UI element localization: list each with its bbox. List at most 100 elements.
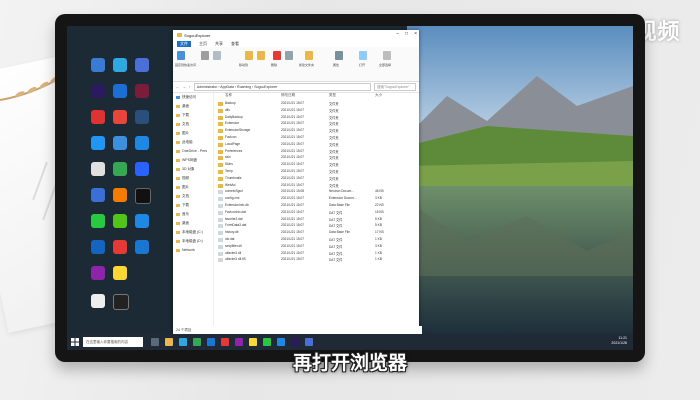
column-date[interactable]: 修改日期: [281, 93, 295, 98]
maximize-icon[interactable]: □: [405, 31, 408, 37]
desktop-icon-app11[interactable]: [113, 214, 127, 228]
copy-to-icon[interactable]: [257, 51, 265, 60]
open-icon[interactable]: [359, 51, 367, 60]
file-row[interactable]: Temp 2021/1/21 15:07 文件夹: [215, 169, 419, 175]
desktop-icon-app3[interactable]: [91, 110, 105, 124]
back-icon[interactable]: ←: [176, 85, 180, 89]
desktop-icon-app14[interactable]: [135, 240, 149, 254]
delete-icon[interactable]: [273, 51, 281, 60]
file-row[interactable]: dlls 2021/1/21 15:07 文件夹: [215, 108, 419, 114]
column-name[interactable]: 名称: [225, 93, 232, 98]
column-type[interactable]: 类型: [329, 93, 336, 98]
nav-item[interactable]: 视频: [176, 176, 189, 181]
desktop-icon-animate[interactable]: [135, 84, 149, 98]
desktop-icon-app15[interactable]: [91, 266, 105, 280]
address-input[interactable]: Administrator › AppData › Roaming › Sogo…: [193, 83, 371, 91]
select-all-icon[interactable]: [383, 51, 391, 60]
nav-item[interactable]: 文档: [176, 194, 189, 199]
desktop-icon-app6[interactable]: [135, 136, 149, 150]
desktop-icon-app13[interactable]: [113, 240, 127, 254]
tab-view[interactable]: 查看: [231, 41, 239, 47]
nav-item[interactable]: Network: [176, 248, 195, 252]
app-taskbar-icon[interactable]: [277, 338, 285, 346]
file-row[interactable]: Skins 2021/1/21 15:07 文件夹: [215, 162, 419, 168]
file-row[interactable]: uifavtm3.dll 2021/1/21 15:07 DAT 文件 1 KB: [215, 251, 419, 257]
desktop-icon-premiere[interactable]: [91, 84, 105, 98]
nav-item[interactable]: 桌面: [176, 104, 189, 109]
file-row[interactable]: sespfilter.dll 2021/1/21 15:07 DAT 文件 3 KB: [215, 244, 419, 250]
desktop-icon-capcut[interactable]: [113, 294, 129, 310]
task-view-icon[interactable]: [151, 338, 159, 346]
file-row[interactable]: DailyBackup 2021/1/21 15:07 文件夹: [215, 115, 419, 121]
file-row[interactable]: ExtensionStorage 2021/1/21 15:07 文件夹: [215, 128, 419, 134]
app-taskbar-icon[interactable]: [249, 338, 257, 346]
app-taskbar-icon[interactable]: [207, 338, 215, 346]
desktop-icon-recycle-bin[interactable]: [91, 162, 105, 176]
nav-item[interactable]: 本地磁盘 (C:): [176, 230, 203, 235]
app-taskbar-icon[interactable]: [193, 338, 201, 346]
windows-start-icon[interactable]: [71, 338, 79, 346]
app-taskbar-icon[interactable]: [221, 338, 229, 346]
file-row[interactable]: Preferences 2021/1/21 15:07 文件夹: [215, 149, 419, 155]
breadcrumb-appdata[interactable]: AppData: [220, 85, 234, 89]
app-taskbar-icon[interactable]: [235, 338, 243, 346]
nav-item[interactable]: 下载: [176, 113, 189, 118]
nav-item[interactable]: 下载: [176, 203, 189, 208]
nav-item[interactable]: 图片: [176, 185, 189, 190]
desktop-icon-app17[interactable]: [91, 294, 105, 308]
file-row[interactable]: idx.dat 2021/1/21 15:07 DAT 文件 1 KB: [215, 237, 419, 243]
move-to-icon[interactable]: [245, 51, 253, 60]
nav-item[interactable]: OneDrive - Pers: [176, 149, 207, 153]
desktop-icon-app12[interactable]: [135, 214, 149, 228]
nav-item[interactable]: 文档: [176, 122, 189, 127]
new-folder-icon[interactable]: [305, 51, 313, 60]
desktop-icon-tiktok[interactable]: [135, 188, 151, 204]
edge-taskbar-icon[interactable]: [179, 338, 187, 346]
premiere-taskbar-icon[interactable]: [291, 338, 299, 346]
file-row[interactable]: history.db 2021/1/21 15:07 Data Base File 1…: [215, 230, 419, 236]
desktop-icon-app5[interactable]: [135, 110, 149, 124]
forward-icon[interactable]: →: [183, 85, 187, 89]
file-explorer-taskbar-icon[interactable]: [165, 338, 173, 346]
nav-item[interactable]: 桌面: [176, 221, 189, 226]
wechat-taskbar-icon[interactable]: [263, 338, 271, 346]
paste-icon[interactable]: [213, 51, 221, 60]
app-taskbar-icon[interactable]: [305, 338, 313, 346]
properties-icon[interactable]: [335, 51, 343, 60]
desktop-icon-network[interactable]: [91, 136, 105, 150]
file-row[interactable]: config.xml 2021/1/21 15:07 Extension Docum…: [215, 196, 419, 202]
file-row[interactable]: cometoSgurl 2021/1/21 15:08 Neutron Docum.…: [215, 189, 419, 195]
nav-item[interactable]: 3D 对象: [176, 167, 194, 172]
file-row[interactable]: FavIconIdx.dat 2021/1/21 15:07 DAT 文件 16 KB: [215, 210, 419, 216]
desktop-icon-cloud[interactable]: [113, 136, 127, 150]
desktop-icon-app4[interactable]: [113, 110, 127, 124]
nav-item[interactable]: WPS网盘: [176, 158, 197, 163]
file-row[interactable]: Thumbnails 2021/1/21 15:07 文件夹: [215, 176, 419, 182]
desktop-icon-app10[interactable]: [113, 188, 127, 202]
nav-item[interactable]: 图片: [176, 131, 189, 136]
nav-item[interactable]: 此电脑: [176, 140, 193, 145]
file-row[interactable]: WebAd 2021/1/21 15:07 文件夹: [215, 183, 419, 189]
desktop-icon-app2[interactable]: [113, 84, 127, 98]
tab-file[interactable]: 文件: [177, 40, 191, 47]
desktop-icon-app8[interactable]: [135, 162, 149, 176]
breadcrumb-sogou[interactable]: SogouExplorer: [254, 85, 277, 89]
file-row[interactable]: ExtensionInfo.db 2021/1/21 15:07 Data Base…: [215, 203, 419, 209]
desktop-icon-app9[interactable]: [91, 188, 105, 202]
file-row[interactable]: uifavtm3.dll.tlS 2021/1/21 15:07 DAT 文件 1 K…: [215, 257, 419, 263]
minimize-icon[interactable]: –: [396, 31, 399, 37]
file-row[interactable]: FavIcon 2021/1/21 15:07 文件夹: [215, 135, 419, 141]
file-row[interactable]: favorite3.dat 2021/1/21 15:07 DAT 文件 5 KB: [215, 217, 419, 223]
breadcrumb-admin[interactable]: Administrator: [197, 85, 218, 89]
desktop-icon-edge[interactable]: [113, 58, 127, 72]
breadcrumb-roaming[interactable]: Roaming: [237, 85, 251, 89]
nav-item[interactable]: 本地磁盘 (D:): [176, 239, 203, 244]
tab-home[interactable]: 主页: [199, 41, 207, 47]
close-icon[interactable]: ×: [414, 31, 417, 37]
desktop-icon-wechat[interactable]: [91, 214, 105, 228]
nav-item[interactable]: 音乐: [176, 212, 189, 217]
desktop-icon-admin[interactable]: [91, 58, 105, 72]
search-input[interactable]: 搜索"SogouExplorer": [374, 83, 416, 91]
desktop-icon-app[interactable]: [135, 58, 149, 72]
clock[interactable]: 11:21 2021/1/26: [611, 336, 627, 346]
